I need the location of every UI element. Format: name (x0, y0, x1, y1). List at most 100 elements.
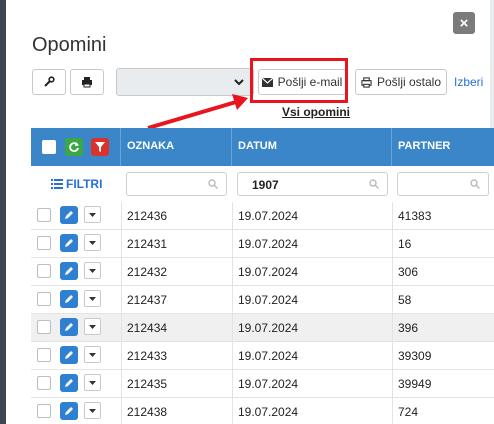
cell-datum: 19.07.2024 (238, 237, 299, 251)
refresh-icon (69, 142, 79, 152)
cell-oznaka: 212433 (127, 349, 168, 363)
column-divider (121, 342, 122, 369)
column-divider (392, 342, 393, 369)
wrench-icon (44, 76, 55, 87)
row-checkbox[interactable] (37, 264, 51, 278)
column-divider (121, 398, 122, 424)
cell-oznaka: 212434 (127, 321, 168, 335)
print-icon (361, 76, 372, 88)
column-divider (232, 342, 233, 369)
cell-partner: 16 (398, 237, 412, 251)
edit-button[interactable] (60, 346, 78, 364)
column-divider (392, 370, 393, 397)
row-menu-dropdown[interactable] (84, 234, 101, 251)
table-row[interactable]: 212434 19.07.2024 396 (31, 314, 494, 342)
row-checkbox[interactable] (37, 320, 51, 334)
cell-partner: 306 (398, 265, 419, 279)
row-checkbox[interactable] (37, 404, 51, 418)
table-row[interactable]: 212437 19.07.2024 58 (31, 286, 494, 314)
filter-oznaka-input[interactable] (126, 172, 227, 196)
column-divider (392, 286, 393, 313)
row-menu-dropdown[interactable] (84, 402, 101, 419)
close-button[interactable]: × (453, 12, 475, 34)
row-checkbox[interactable] (37, 376, 51, 390)
cell-oznaka: 212437 (127, 293, 168, 307)
row-checkbox[interactable] (37, 236, 51, 250)
pencil-icon (65, 379, 73, 387)
edit-button[interactable] (60, 290, 78, 308)
edit-button[interactable] (60, 374, 78, 392)
pencil-icon (65, 267, 73, 275)
chevron-down-icon (234, 79, 244, 86)
settings-button[interactable] (32, 69, 66, 95)
edit-button[interactable] (60, 262, 78, 280)
filter-datum-input[interactable]: 1907 (237, 172, 388, 196)
table-row[interactable]: 212438 19.07.2024 724 (31, 398, 494, 424)
send-other-button[interactable]: Pošlji ostalo (355, 69, 447, 95)
table-row[interactable]: 212431 19.07.2024 16 (31, 230, 494, 258)
row-menu-dropdown[interactable] (84, 346, 101, 363)
table-row[interactable]: 212436 19.07.2024 41383 (31, 202, 494, 230)
caret-down-icon (89, 268, 96, 273)
cell-partner: 41383 (398, 209, 432, 223)
column-divider (232, 370, 233, 397)
cell-datum: 19.07.2024 (238, 377, 299, 391)
select-all-checkbox[interactable] (42, 140, 56, 154)
pencil-icon (65, 323, 73, 331)
row-menu-dropdown[interactable] (84, 206, 101, 223)
cell-datum: 19.07.2024 (238, 209, 299, 223)
caret-down-icon (89, 296, 96, 301)
print-button[interactable] (70, 69, 104, 95)
table-row[interactable]: 212432 19.07.2024 306 (31, 258, 494, 286)
filter-button[interactable] (91, 138, 109, 156)
filter-icon (95, 142, 105, 152)
row-checkbox[interactable] (37, 208, 51, 222)
row-menu-dropdown[interactable] (84, 290, 101, 307)
edit-button[interactable] (60, 234, 78, 252)
column-divider (232, 258, 233, 285)
column-divider (232, 230, 233, 257)
column-divider (121, 370, 122, 397)
column-header-partner[interactable]: PARTNER (392, 128, 494, 166)
edit-button[interactable] (60, 206, 78, 224)
refresh-button[interactable] (65, 138, 83, 156)
search-icon (208, 179, 218, 189)
edit-button[interactable] (60, 402, 78, 420)
column-divider (121, 202, 122, 229)
cell-oznaka: 212432 (127, 265, 168, 279)
column-header-oznaka[interactable]: OZNAKA (121, 128, 232, 166)
caret-down-icon (89, 352, 96, 357)
filters-toggle[interactable]: FILTRI (51, 177, 102, 191)
table-row[interactable]: 212435 19.07.2024 39949 (31, 370, 494, 398)
header-actions-cell (31, 128, 121, 166)
cell-oznaka: 212438 (127, 405, 168, 419)
caret-down-icon (89, 324, 96, 329)
row-menu-dropdown[interactable] (84, 262, 101, 279)
table-body: 212436 19.07.2024 41383 212431 19.07.202… (31, 202, 494, 424)
window-edge (0, 0, 6, 424)
pencil-icon (65, 239, 73, 247)
pencil-icon (65, 211, 73, 219)
row-menu-dropdown[interactable] (84, 318, 101, 335)
search-icon (470, 179, 480, 189)
column-divider (392, 398, 393, 424)
row-menu-dropdown[interactable] (84, 374, 101, 391)
filter-partner-input[interactable] (397, 172, 489, 196)
column-header-datum[interactable]: DATUM (232, 128, 392, 166)
table-row[interactable]: 212433 19.07.2024 39309 (31, 342, 494, 370)
caret-down-icon (89, 408, 96, 413)
cell-partner: 39309 (398, 349, 432, 363)
row-checkbox[interactable] (37, 292, 51, 306)
edit-button[interactable] (60, 318, 78, 336)
search-icon (369, 179, 379, 189)
izberi-link[interactable]: Izberi (454, 75, 483, 89)
row-checkbox[interactable] (37, 348, 51, 362)
pencil-icon (65, 407, 73, 415)
cell-oznaka: 212435 (127, 377, 168, 391)
column-divider (232, 202, 233, 229)
cell-partner: 39949 (398, 377, 432, 391)
close-icon: × (459, 14, 469, 32)
cell-partner: 396 (398, 321, 419, 335)
annotation-highlight-box (250, 58, 348, 103)
send-other-label: Pošlji ostalo (376, 75, 442, 89)
